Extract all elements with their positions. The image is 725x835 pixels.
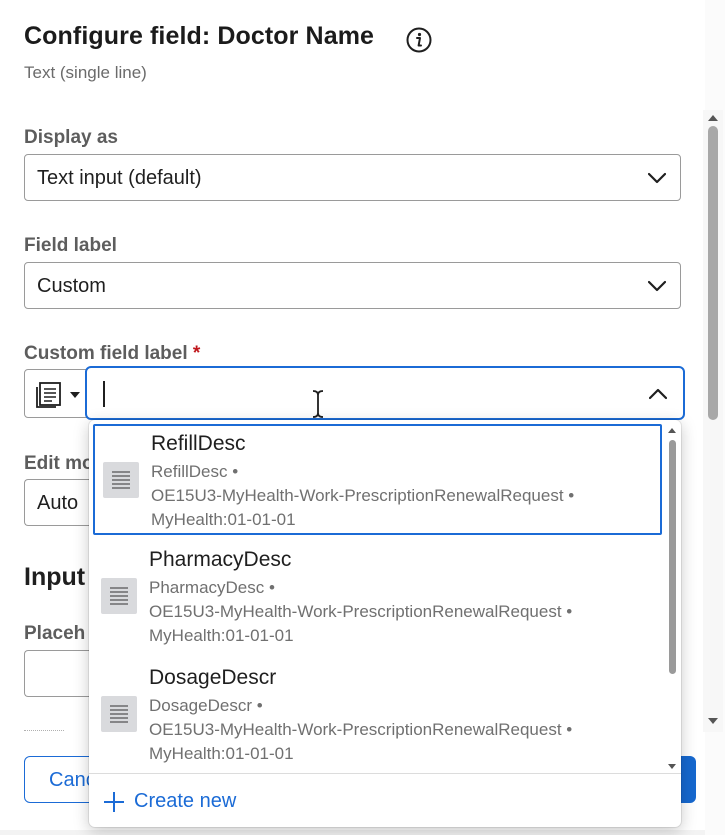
property-list-icon [36,382,61,408]
option-meta: RefillDesc • [151,462,239,481]
field-label-value: Custom [37,275,106,297]
chevron-up-icon[interactable] [649,388,667,400]
field-label-label: Field label [24,235,117,256]
option-meta: PharmacyDesc • [149,578,275,597]
edit-mode-value: Auto [37,492,79,514]
placeholder-label: Placeh [24,623,86,644]
custom-field-label-input[interactable] [85,366,685,420]
list-item[interactable]: PharmacyDesc PharmacyDesc • OE15U3-MyHea… [93,542,662,653]
edit-mode-label: Edit mo [24,453,94,474]
plus-icon [104,792,124,812]
option-title: RefillDesc [151,432,246,455]
scroll-up-arrow-icon[interactable] [708,114,718,122]
option-meta: DosageDescr • [149,696,263,715]
list-item[interactable]: RefillDesc RefillDesc • OE15U3-MyHealth-… [93,424,662,535]
option-meta: OE15U3-MyHealth-Work-PrescriptionRenewal… [151,486,575,505]
option-meta: OE15U3-MyHealth-Work-PrescriptionRenewal… [149,602,573,621]
field-suggestions-dropdown: RefillDesc RefillDesc • OE15U3-MyHealth-… [89,420,681,827]
option-meta: MyHealth:01-01-01 [149,744,294,763]
display-as-select[interactable]: Text input (default) [24,154,681,201]
display-as-label: Display as [24,127,118,148]
text-cursor-icon [312,390,324,418]
panel-scrollbar-thumb[interactable] [708,126,718,420]
input-section-heading: Input [24,563,86,591]
custom-field-label-label: Custom field label * [24,343,200,365]
option-meta: MyHealth:01-01-01 [151,510,296,529]
chevron-down-icon [648,172,666,184]
create-new-label: Create new [134,790,237,812]
option-title: PharmacyDesc [149,548,292,571]
text-caret [103,381,105,407]
scroll-down-arrow-icon[interactable] [708,717,718,725]
text-field-icon [101,578,137,614]
display-as-value: Text input (default) [37,167,202,189]
required-marker: * [192,343,201,364]
page-title: Configure field: Doctor Name [24,22,375,50]
list-item[interactable]: DosageDescr DosageDescr • OE15U3-MyHealt… [93,660,662,771]
dropdown-scrollbar-thumb[interactable] [669,440,676,674]
divider [24,730,64,731]
chevron-down-icon [648,280,666,292]
option-meta: OE15U3-MyHealth-Work-PrescriptionRenewal… [149,720,573,739]
info-icon[interactable] [406,27,432,53]
caret-down-icon [70,392,80,398]
field-label-select[interactable]: Custom [24,262,681,309]
create-new-button[interactable]: Create new [89,773,681,827]
option-title: DosageDescr [149,666,277,689]
field-type-subtitle: Text (single line) [24,63,147,82]
text-field-icon [103,462,139,498]
option-meta: MyHealth:01-01-01 [149,626,294,645]
custom-field-label-text: Custom field label [24,343,188,364]
source-type-selector[interactable] [24,369,88,418]
text-field-icon [101,696,137,732]
